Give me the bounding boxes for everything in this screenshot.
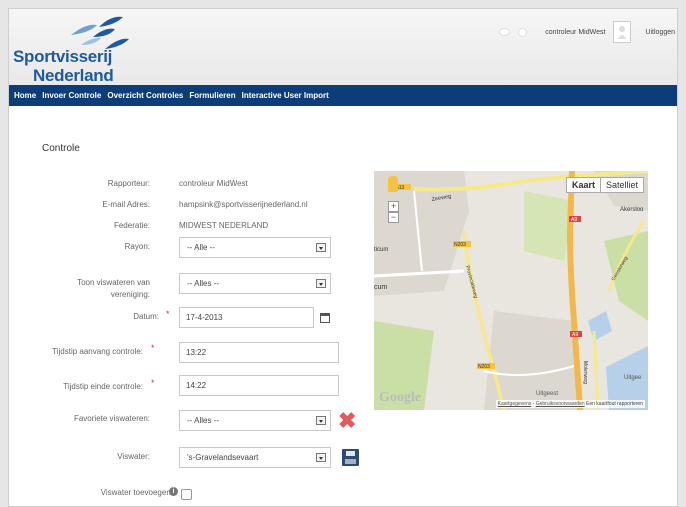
favoriete-select[interactable]: -- Alles -- [179, 410, 331, 431]
map-label-uitgee: Uitgee [624, 375, 642, 381]
message-icon[interactable] [499, 28, 511, 36]
main-nav: Home Invoer Controle Overzicht Controles… [9, 85, 677, 106]
tijdstip-aanvang-input[interactable]: 13:22 [179, 342, 339, 363]
nav-item-home[interactable]: Home [11, 91, 39, 100]
map-label-n203-1: N203 [454, 242, 466, 248]
logo[interactable]: Sportvisserij Nederland [11, 13, 151, 85]
required-mark: * [166, 309, 170, 319]
map-label-cum: cum [374, 284, 387, 291]
map-type-kaart-button[interactable]: Kaart [567, 178, 601, 192]
chevron-down-icon [316, 416, 326, 425]
viswater-toevoegen-label: Viswater toevoegen: [101, 488, 173, 497]
page-title: Controle [42, 143, 80, 154]
map-label-uitgeest: Uitgeest [536, 391, 558, 397]
map-label-molenweg: Molenweg [582, 361, 588, 384]
map-canvas[interactable]: 513 Zeeweg N203 N203 A9 A9 Akersloo ticu… [374, 171, 648, 410]
calendar-icon[interactable] [320, 313, 330, 323]
map-type-toggle: Kaart Satelliet [565, 177, 644, 193]
rapporteur-label: Rapporteur: [107, 179, 150, 188]
datum-label: Datum: [133, 312, 159, 321]
rayon-select[interactable]: -- Alle -- [179, 237, 331, 258]
toon-label-line1: Toon viswateren van [77, 278, 150, 287]
toon-label-line2: vereniging: [110, 290, 150, 299]
zoom-control: + − [388, 201, 399, 223]
chevron-down-icon [316, 453, 326, 462]
info-icon[interactable]: i [169, 487, 178, 496]
logout-link[interactable]: Uitloggen [645, 29, 675, 36]
notification-icon[interactable] [518, 27, 528, 37]
chevron-down-icon [316, 279, 326, 288]
app-window: Sportvisserij Nederland controleur MidWe… [8, 8, 678, 507]
favoriete-select-value: -- Alles -- [187, 416, 219, 425]
avatar-icon[interactable] [613, 21, 632, 43]
zoom-in-button[interactable]: + [388, 201, 399, 212]
favoriete-label: Favoriete viswateren: [73, 414, 150, 423]
viswater-select[interactable]: 's-Gravelandsevaart [179, 447, 331, 468]
required-mark: * [151, 378, 155, 388]
email-label: E-mail Adres: [102, 200, 150, 209]
viswater-toevoegen-checkbox[interactable] [181, 489, 192, 500]
logo-text-nederland: Nederland [33, 66, 114, 85]
rayon-label: Rayon: [124, 242, 150, 251]
email-value: hampsink@sportvisserijnederland.nl [179, 200, 308, 209]
logo-text-sportvisserij: Sportvisserij [13, 47, 113, 66]
map-label-akersloot: Akersloo [620, 207, 644, 213]
google-logo: Google [379, 390, 421, 405]
toon-viswateren-select[interactable]: -- Alles -- [179, 273, 331, 294]
map-label-n203-2: N203 [478, 364, 490, 370]
viswater-label: Viswater: [117, 452, 150, 461]
map-label-a9-2: A9 [572, 332, 578, 338]
nav-item-overzicht-controles[interactable]: Overzicht Controles [104, 91, 186, 100]
map-terms-link[interactable]: Gebruiksvoorwaarden [536, 401, 585, 407]
datum-label-text: Datum: [133, 312, 159, 321]
viswater-select-value: 's-Gravelandsevaart [187, 453, 259, 462]
map-label-a9-1: A9 [571, 217, 577, 223]
chevron-down-icon [316, 243, 326, 252]
federatie-label: Federatie: [113, 221, 150, 230]
map-footer: Kaartgegevens - Gebruiksvoorwaarden Een … [495, 400, 645, 408]
map-type-satelliet-button[interactable]: Satelliet [601, 178, 643, 192]
map[interactable]: 513 Zeeweg N203 N203 A9 A9 Akersloo ticu… [374, 171, 648, 410]
rayon-select-value: -- Alle -- [187, 243, 215, 252]
tijdstip-aanvang-label: Tijdstip aanvang controle: [52, 347, 143, 356]
delete-icon[interactable]: ✖ [338, 410, 356, 432]
map-data-link[interactable]: Kaartgegevens [498, 401, 532, 407]
pegman-icon[interactable] [388, 176, 398, 192]
user-name: controleur MidWest [545, 28, 606, 36]
datum-input[interactable]: 17-4-2013 [179, 307, 314, 328]
map-label-castricum: ticum [374, 247, 388, 253]
required-mark: * [151, 343, 155, 353]
zoom-out-button[interactable]: − [388, 212, 399, 223]
tijdstip-einde-input[interactable]: 14:22 [179, 375, 339, 396]
save-icon[interactable] [342, 449, 359, 466]
rapporteur-value: controleur MidWest [179, 179, 248, 188]
toon-viswateren-label: Toon viswateren van vereniging: [77, 277, 150, 301]
header: Sportvisserij Nederland controleur MidWe… [9, 9, 677, 85]
nav-item-invoer-controle[interactable]: Invoer Controle [39, 91, 104, 100]
nav-item-interactive-user-import[interactable]: Interactive User Import [239, 91, 332, 100]
tijdstip-einde-label: Tijdstip einde controle: [63, 382, 143, 391]
viswater-toevoegen-text: Viswater toevoegen: [100, 488, 173, 497]
toon-select-value: -- Alles -- [187, 279, 219, 288]
user-area: controleur MidWest Uitloggen [499, 21, 675, 43]
federatie-value: MIDWEST NEDERLAND [179, 221, 269, 230]
nav-item-formulieren[interactable]: Formulieren [186, 91, 238, 100]
map-report-link[interactable]: Een kaartfout rapporteren [586, 401, 643, 407]
